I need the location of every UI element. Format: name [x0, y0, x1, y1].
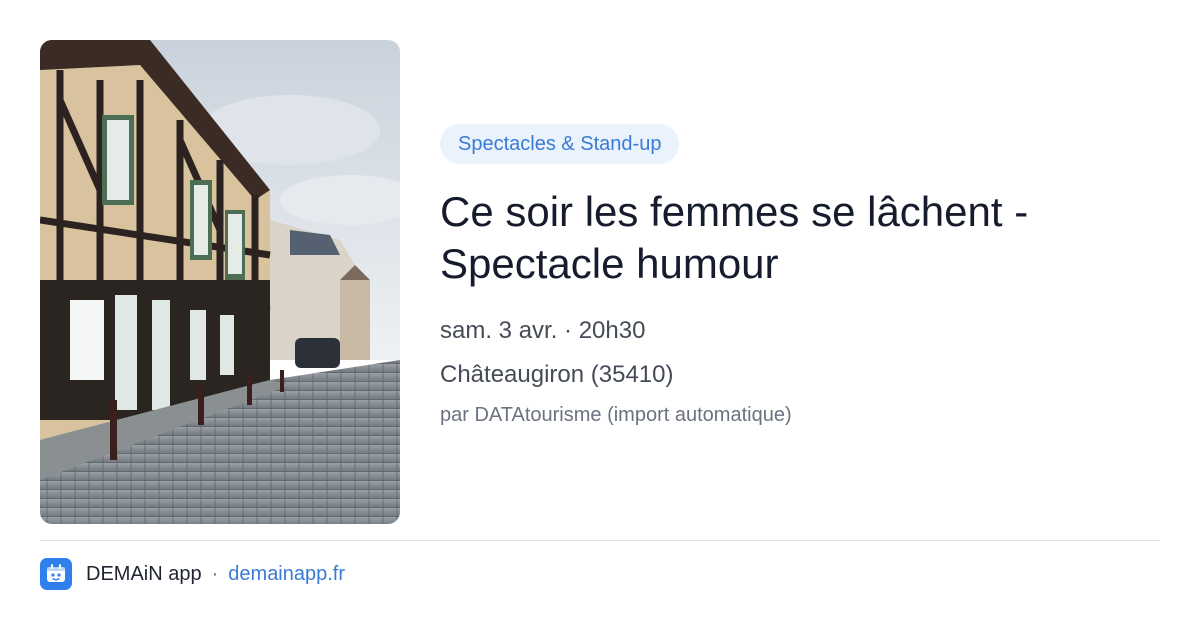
event-title-line-2: Spectacle humour [440, 240, 779, 287]
footer: DEMAiN app · demainapp.fr [40, 558, 345, 590]
event-datetime: sam. 3 avr. · 20h30 [440, 317, 646, 344]
event-photo [40, 40, 400, 524]
footer-separator: · [211, 562, 219, 585]
app-name: DEMAiN app [86, 562, 202, 585]
event-title[interactable]: Ce soir les femmes se lâchent - Spectacl… [440, 186, 1160, 290]
app-logo-icon [40, 558, 72, 590]
footer-divider [40, 540, 1160, 541]
event-title-line-1: Ce soir les femmes se lâchent - [440, 188, 1029, 235]
event-source: par DATAtourisme (import automatique) [440, 404, 792, 426]
event-location: Châteaugiron (35410) [440, 361, 674, 388]
site-link[interactable]: demainapp.fr [228, 563, 345, 586]
event-details: Spectacles & Stand-up Ce soir les femmes… [440, 124, 1160, 428]
category-badge[interactable]: Spectacles & Stand-up [440, 124, 680, 164]
